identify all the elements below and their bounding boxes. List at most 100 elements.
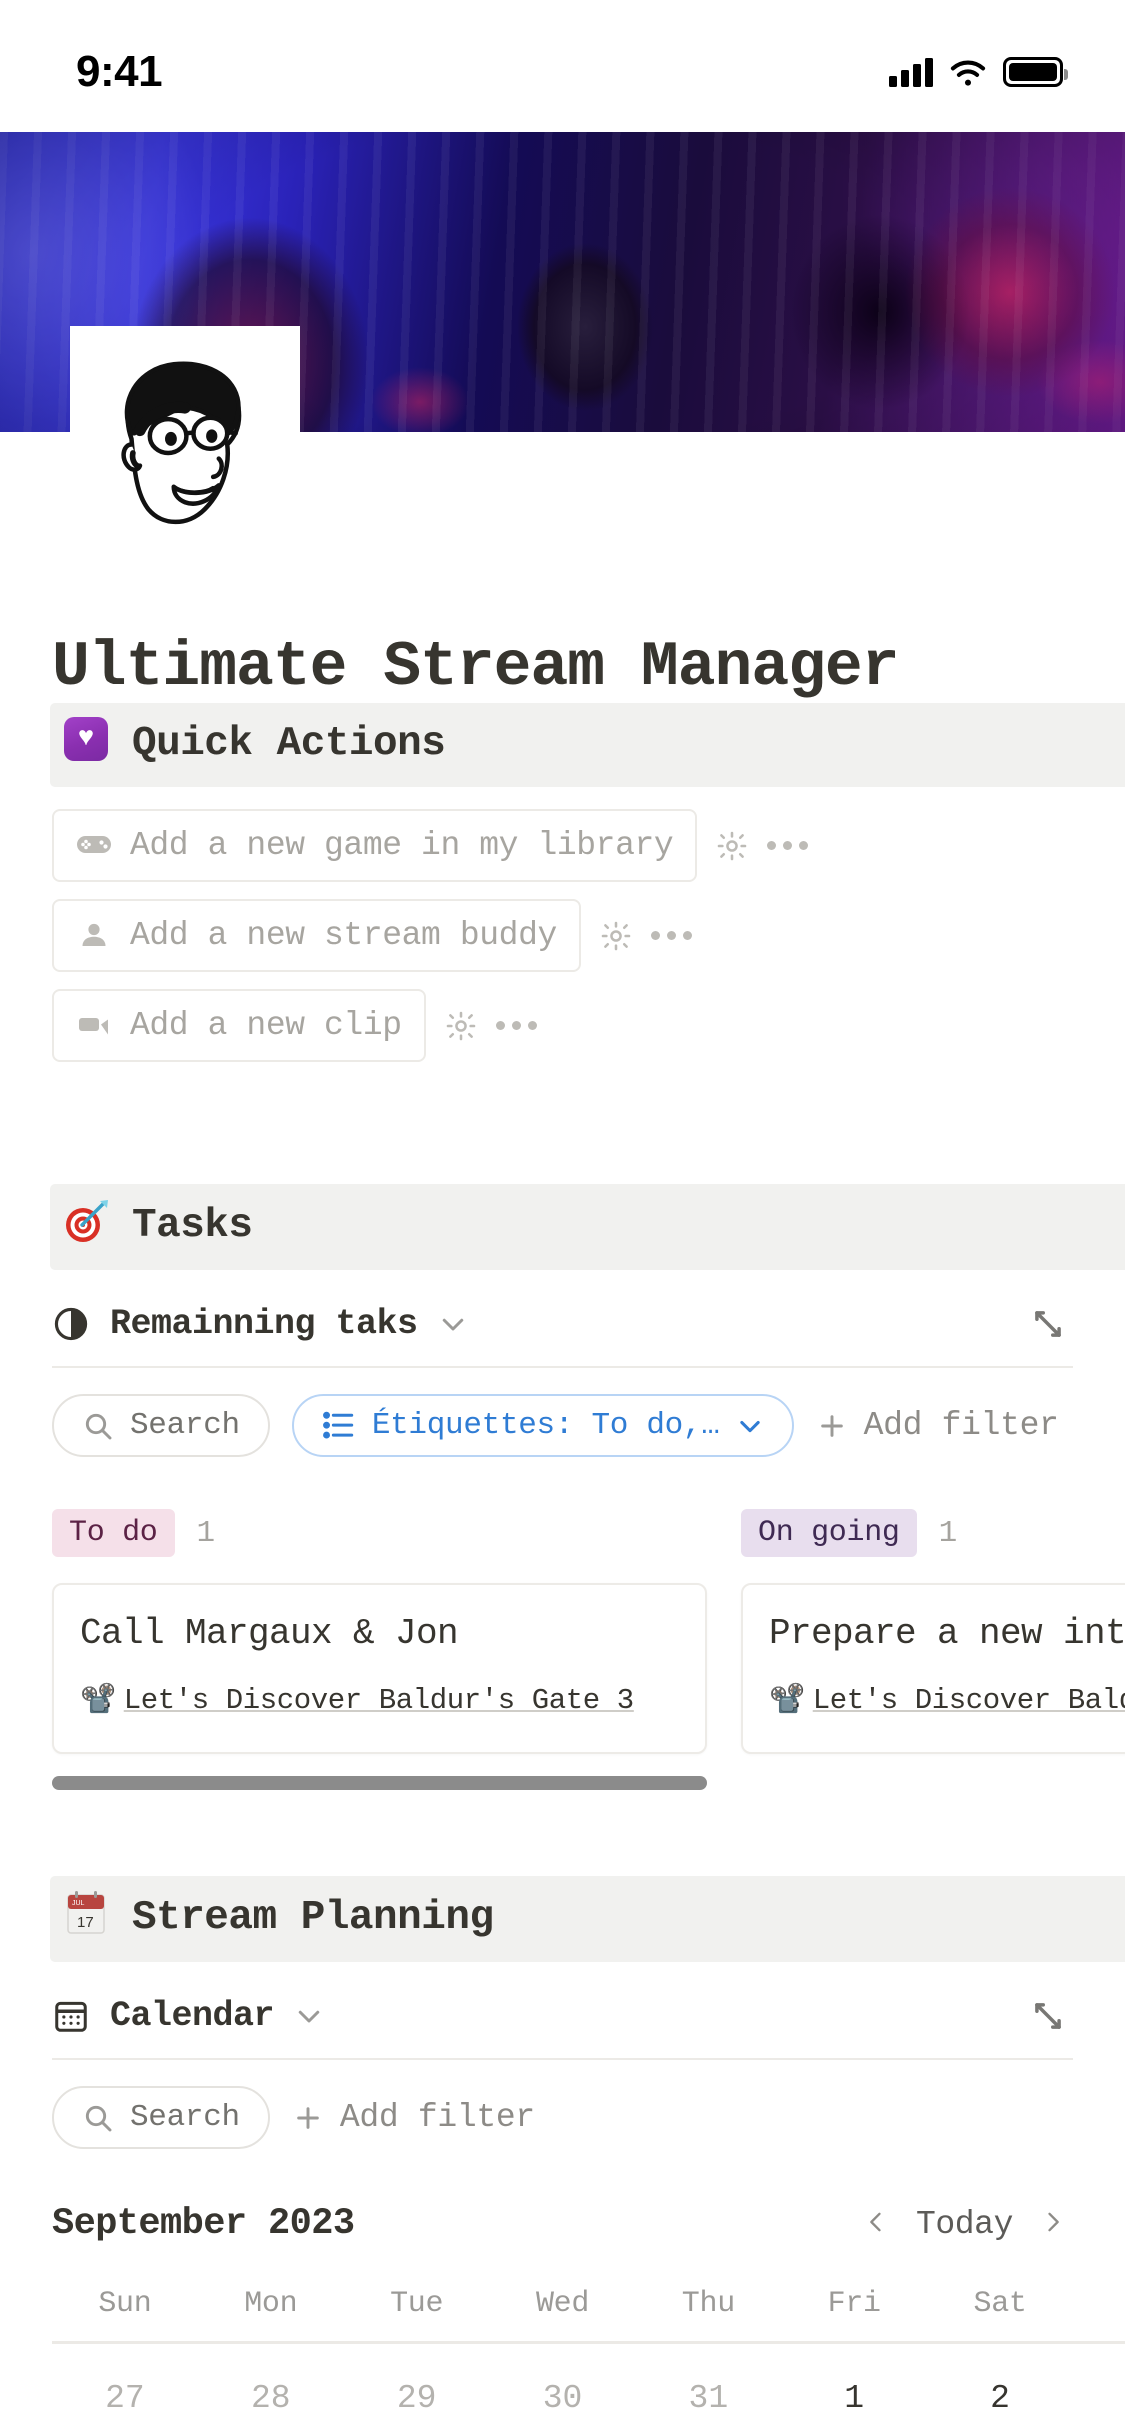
add-filter-button[interactable]: Add filter (292, 2099, 535, 2136)
chevron-left-icon[interactable] (862, 2208, 890, 2240)
gear-icon[interactable] (444, 1009, 478, 1043)
chevron-down-icon (736, 1412, 764, 1440)
search-input[interactable]: Search (52, 2086, 270, 2150)
tasks-view-selector[interactable]: Remainning taks (52, 1304, 468, 1344)
add-game-label: Add a new game in my library (130, 827, 674, 864)
gear-icon[interactable] (599, 919, 633, 953)
weekday-label: Sun (98, 2287, 152, 2322)
weekday-label: Fri (827, 2287, 881, 2322)
status-indicators (889, 57, 1068, 87)
add-clip-label: Add a new clip (130, 1007, 402, 1044)
search-input[interactable]: Search (52, 1394, 270, 1457)
add-clip-button[interactable]: Add a new clip (52, 989, 426, 1062)
board-column-count: 1 (938, 1515, 958, 1551)
add-filter-button[interactable]: Add filter (816, 1407, 1059, 1444)
search-placeholder: Search (130, 2100, 240, 2136)
page-title[interactable]: Ultimate Stream Manager (52, 632, 1073, 703)
board-column-header: On going 1 (741, 1509, 1125, 1557)
task-card-title: Call Margaux & Jon (80, 1613, 459, 1654)
wifi-icon (949, 57, 987, 87)
planning-view-name: Calendar (110, 1996, 275, 2037)
more-options-icon[interactable] (767, 841, 809, 850)
gamepad-icon (76, 831, 112, 861)
tasks-board[interactable]: To do 1 Call Margaux & Jon 📽️ Let's Disco… (52, 1509, 1125, 1791)
status-time: 9:41 (76, 47, 163, 96)
tasks-view-name: Remainning taks (110, 1304, 418, 1344)
section-title-quick-actions: Quick Actions (132, 721, 446, 767)
board-column-count: 1 (196, 1515, 216, 1551)
chevron-right-icon[interactable] (1039, 2208, 1067, 2240)
calendar-grid-icon (52, 1997, 90, 2035)
quick-action-row: Add a new game in my library (52, 809, 1073, 882)
calendar-day-cell[interactable]: 28 (198, 2380, 344, 2417)
calendar-day-cell[interactable]: 2 (927, 2380, 1073, 2417)
svg-text:JUL: JUL (72, 1900, 85, 1907)
video-camera-icon (76, 1011, 112, 1041)
calendar-icon: JUL 17 (64, 1890, 108, 1946)
calendar-month-label: September 2023 (52, 2203, 355, 2246)
calendar-day-cell[interactable]: 30 (490, 2380, 636, 2417)
task-card-relation-label: Let's Discover Baldur's Gate 3 (123, 1684, 634, 1717)
search-placeholder: Search (130, 1408, 240, 1443)
planning-view-bar: Calendar (52, 1996, 1073, 2036)
today-button[interactable]: Today (916, 2206, 1013, 2243)
add-stream-buddy-button[interactable]: Add a new stream buddy (52, 899, 581, 972)
weekday-label: Sat (973, 2287, 1027, 2322)
page-icon-avatar[interactable] (70, 326, 300, 556)
add-game-button[interactable]: Add a new game in my library (52, 809, 698, 882)
weekday-label: Tue (390, 2287, 444, 2322)
add-stream-buddy-label: Add a new stream buddy (130, 917, 557, 954)
tasks-view-bar: Remainning taks (52, 1304, 1073, 1344)
expand-diagonal-icon[interactable] (1029, 1305, 1067, 1343)
divider (52, 2058, 1073, 2061)
task-card-relation[interactable]: 📽️Let's Discover Baldur's Gate 3 (769, 1680, 1125, 1722)
purple-heart-icon (64, 717, 108, 771)
horizontal-scrollbar[interactable] (52, 1776, 707, 1791)
section-header-stream-planning: JUL 17 Stream Planning (50, 1876, 1125, 1963)
gear-icon[interactable] (715, 829, 749, 863)
search-icon (82, 1410, 114, 1442)
expand-diagonal-icon[interactable] (1029, 1997, 1067, 2035)
calendar-header: September 2023 Today (52, 2203, 1073, 2245)
calendar-weekday-row: Sun Mon Tue Wed Thu Fri Sat (52, 2287, 1125, 2321)
section-title-tasks: Tasks (132, 1203, 253, 1249)
board-column-todo: To do 1 Call Margaux & Jon 📽️ Let's Disco… (52, 1509, 707, 1791)
calendar-navigation: Today (862, 2206, 1067, 2243)
quick-action-row: Add a new clip (52, 989, 1073, 1062)
task-card[interactable]: Call Margaux & Jon 📽️ Let's Discover Bald… (52, 1583, 707, 1755)
filter-chip-label: Étiquettes: To do,… (371, 1408, 720, 1443)
board-column-header: To do 1 (52, 1509, 707, 1557)
plus-icon (816, 1410, 848, 1442)
status-badge[interactable]: To do (52, 1509, 175, 1557)
divider (52, 1366, 1073, 1368)
more-options-icon[interactable] (650, 931, 692, 940)
weekday-label: Thu (681, 2287, 735, 2322)
quick-actions-list: Add a new game in my library Add a new s… (52, 809, 1073, 1062)
planning-filter-bar: Search Add filter (52, 2086, 1073, 2150)
planning-view-selector[interactable]: Calendar (52, 1996, 324, 2036)
calendar-day-cell[interactable]: 27 (52, 2380, 198, 2417)
chevron-down-icon[interactable] (294, 2001, 324, 2031)
calendar-day-cell[interactable]: 31 (635, 2380, 781, 2417)
chevron-down-icon[interactable] (438, 1309, 468, 1339)
weekday-label: Mon (244, 2287, 298, 2322)
page-content: Ultimate Stream Manager Quick Actions Ad… (0, 632, 1125, 2417)
more-options-icon[interactable] (495, 1021, 537, 1030)
tasks-filter-bar: Search Étiquettes: To do,… Add filter (52, 1394, 1073, 1457)
calendar-day-cell[interactable]: 1 (781, 2380, 927, 2417)
calendar-day-cell[interactable]: 29 (344, 2380, 490, 2417)
dart-target-icon (64, 1198, 108, 1254)
status-bar: 9:41 (0, 0, 1125, 132)
weekday-label: Wed (535, 2287, 590, 2322)
section-header-quick-actions: Quick Actions (50, 703, 1125, 787)
list-icon (322, 1411, 356, 1441)
task-card-relation[interactable]: 📽️Let's Discover Baldur's Gate 3 (80, 1680, 679, 1722)
board-column-ongoing: On going 1 Prepare a new intro 📽️Let's D… (741, 1509, 1125, 1790)
cellular-signal-icon (889, 57, 933, 87)
film-projector-icon: 📽️ (769, 1684, 805, 1717)
film-projector-icon: 📽️ (80, 1684, 116, 1717)
status-badge[interactable]: On going (741, 1509, 917, 1557)
filter-chip-etiquettes[interactable]: Étiquettes: To do,… (291, 1394, 794, 1457)
add-filter-label: Add filter (339, 2099, 535, 2137)
task-card[interactable]: Prepare a new intro 📽️Let's Discover Bal… (741, 1583, 1125, 1755)
